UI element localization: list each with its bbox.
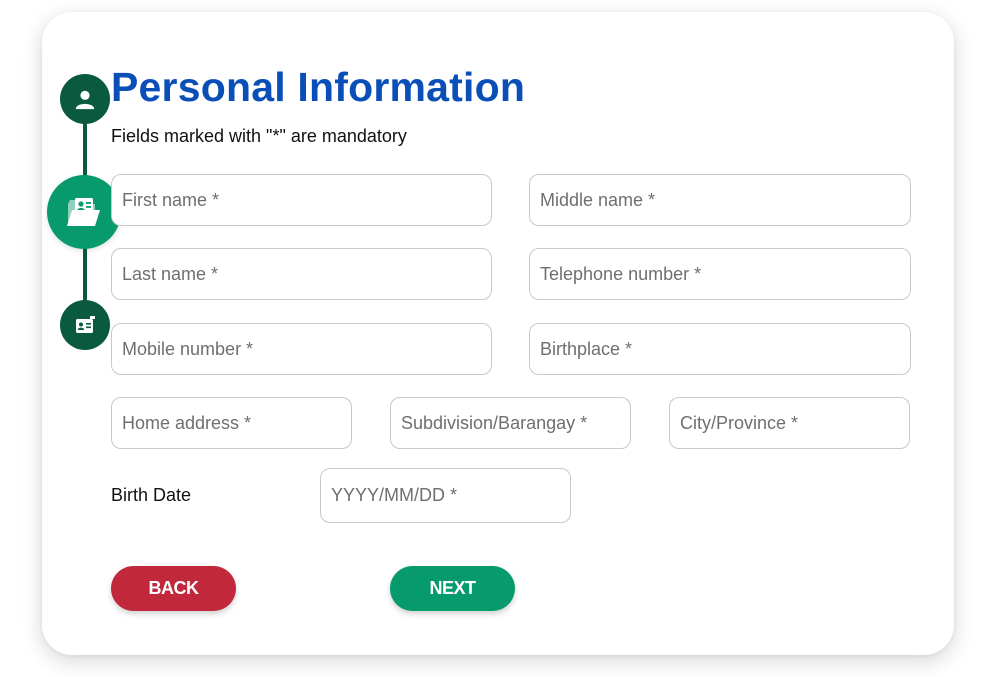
step-personal-details[interactable] [60,74,110,124]
home-address-input[interactable] [111,397,352,449]
middle-name-input[interactable] [529,174,911,226]
page: Personal Information Fields marked with … [0,0,986,677]
user-icon [75,90,95,110]
id-card-icon [76,316,95,333]
step-identification[interactable] [60,300,110,350]
mandatory-fields-note: Fields marked with "*" are mandatory [111,126,407,146]
step-personal-information[interactable] [47,175,121,249]
folder-id-icon [67,198,100,226]
last-name-input[interactable] [111,248,492,300]
first-name-input[interactable] [111,174,492,226]
birth-date-label: Birth Date [111,485,192,505]
back-button[interactable]: BACK [111,566,236,611]
telephone-number-input[interactable] [529,248,911,300]
subdivision-barangay-input[interactable] [390,397,631,449]
birthplace-input[interactable] [529,323,911,375]
mobile-number-input[interactable] [111,323,492,375]
next-button[interactable]: NEXT [390,566,515,611]
city-province-input[interactable] [669,397,910,449]
birth-date-input[interactable] [320,468,571,523]
page-title: Personal Information [111,64,526,110]
